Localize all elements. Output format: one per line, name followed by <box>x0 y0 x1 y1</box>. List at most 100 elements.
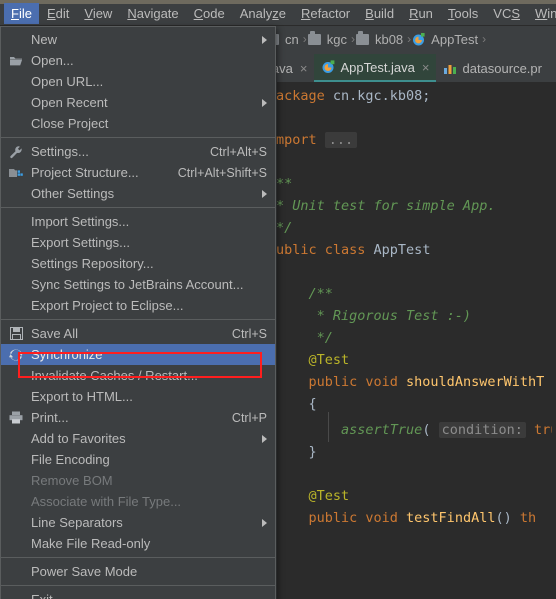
code-token: cn.kgc.kb08; <box>332 88 431 104</box>
editor-scrollbar[interactable] <box>552 82 556 599</box>
menu-item-label: Other Settings <box>31 186 115 201</box>
menu-item-print[interactable]: Print... Ctrl+P <box>1 407 275 428</box>
menu-item-make-file-read-only[interactable]: Make File Read-only <box>1 533 275 554</box>
menubar-item-edit[interactable]: Edit <box>40 3 76 24</box>
close-tab-icon[interactable]: × <box>422 60 430 75</box>
menubar-item-analyze[interactable]: Analyze <box>233 3 293 24</box>
breadcrumb-separator-icon: › <box>407 32 412 46</box>
menu-separator <box>1 557 275 558</box>
menu-item-exit[interactable]: Exit <box>1 589 275 599</box>
code-token: shouldAnswerWithT <box>406 374 545 390</box>
editor-area: cn › kgc › kb08 › AppTest › java × AppTest.java × d… <box>262 26 556 599</box>
printer-icon <box>1 411 31 424</box>
menu-item-new[interactable]: New <box>1 29 275 50</box>
menubar-item-window[interactable]: Window <box>528 3 556 24</box>
file-dropdown-menu[interactable]: New Open... Open URL... Open Recent Close Pr… <box>0 26 276 599</box>
menu-item-open-recent[interactable]: Open Recent <box>1 92 275 113</box>
breadcrumb-label: cn <box>285 31 299 47</box>
code-line: public void shouldAnswerWithT <box>276 374 545 390</box>
editor-tab-label: datasource.pr <box>462 60 542 76</box>
menu-item-project-structure[interactable]: Project Structure... Ctrl+Alt+Shift+S <box>1 162 275 183</box>
menubar-item-vcs[interactable]: VCS <box>486 3 527 24</box>
menubar-item-view[interactable]: View <box>77 3 119 24</box>
menu-item-label: File Encoding <box>31 452 110 467</box>
code-token: public void <box>276 510 407 526</box>
menubar-item-file[interactable]: File <box>4 3 39 24</box>
breadcrumb-separator-icon: › <box>350 32 355 46</box>
menu-item-settings-repository[interactable]: Settings Repository... <box>1 253 275 274</box>
menu-item-add-to-favorites[interactable]: Add to Favorites <box>1 428 275 449</box>
menu-item-settings[interactable]: Settings... Ctrl+Alt+S <box>1 141 275 162</box>
menu-item-open-url[interactable]: Open URL... <box>1 71 275 92</box>
code-lines: ackage cn.kgc.kb08; mport ... ** * Unit tes… <box>276 82 556 599</box>
menubar-item-build[interactable]: Build <box>358 3 401 24</box>
wrench-icon <box>1 145 31 159</box>
breadcrumb-item-kgc[interactable]: kgc › <box>307 30 356 47</box>
menubar-item-tools[interactable]: Tools <box>441 3 485 24</box>
menu-item-associate-with-file-type: Associate with File Type... <box>1 491 275 512</box>
menu-item-label: Add to Favorites <box>31 431 126 446</box>
breadcrumb-label: AppTest <box>431 31 479 47</box>
code-token: public void <box>276 374 407 390</box>
code-token: () <box>495 510 520 526</box>
code-token: ( <box>422 422 439 438</box>
menu-item-open[interactable]: Open... <box>1 50 275 71</box>
code-token: * Unit test for simple App. <box>276 198 496 214</box>
close-tab-icon[interactable]: × <box>300 61 308 76</box>
code-line: /** <box>276 286 333 302</box>
code-line: { <box>276 396 317 412</box>
menu-item-other-settings[interactable]: Other Settings <box>1 183 275 204</box>
breadcrumb-separator-icon: › <box>302 32 307 46</box>
code-token: */ <box>276 220 293 236</box>
project-structure-icon <box>1 167 31 179</box>
code-line: @Test <box>276 352 350 368</box>
menu-item-label: Close Project <box>31 116 109 131</box>
menu-item-line-separators[interactable]: Line Separators <box>1 512 275 533</box>
menu-item-shortcut: Ctrl+S <box>231 326 267 341</box>
menu-item-label: Sync Settings to JetBrains Account... <box>31 277 244 292</box>
editor-tab-datasource-pr[interactable]: datasource.pr <box>436 54 549 82</box>
menu-item-sync-settings-to-jetbrains-account[interactable]: Sync Settings to JetBrains Account... <box>1 274 275 295</box>
code-line: * Rigorous Test :-) <box>276 308 471 324</box>
menu-item-close-project[interactable]: Close Project <box>1 113 275 134</box>
menu-item-label: Line Separators <box>31 515 123 530</box>
menu-item-power-save-mode[interactable]: Power Save Mode <box>1 561 275 582</box>
menu-item-export-settings[interactable]: Export Settings... <box>1 232 275 253</box>
code-line: */ <box>276 330 333 346</box>
menu-item-import-settings[interactable]: Import Settings... <box>1 211 275 232</box>
code-token: /** <box>276 286 333 302</box>
code-editor[interactable]: ackage cn.kgc.kb08; mport ... ** * Unit tes… <box>262 82 556 599</box>
breadcrumb-item-kb08[interactable]: kb08 › <box>355 30 412 47</box>
breadcrumb-item-apptest[interactable]: AppTest › <box>412 32 487 47</box>
editor-tab-apptest-java[interactable]: AppTest.java × <box>314 54 437 82</box>
menubar-item-navigate[interactable]: Navigate <box>120 3 185 24</box>
menu-item-label: Print... <box>31 410 69 425</box>
code-token: */ <box>276 330 333 346</box>
editor-tab-label: AppTest.java <box>340 59 415 75</box>
menu-item-export-to-html[interactable]: Export to HTML... <box>1 386 275 407</box>
menu-item-invalidate-caches-restart[interactable]: Invalidate Caches / Restart... <box>1 365 275 386</box>
menu-item-label: Associate with File Type... <box>31 494 182 509</box>
submenu-arrow-icon <box>262 434 267 443</box>
menu-item-export-project-to-eclipse[interactable]: Export Project to Eclipse... <box>1 295 275 316</box>
parameter-hint: condition: <box>438 422 526 438</box>
editor-tab-bar: java × AppTest.java × datasource.pr <box>262 52 556 82</box>
menu-item-file-encoding[interactable]: File Encoding <box>1 449 275 470</box>
menu-item-label: Invalidate Caches / Restart... <box>31 368 198 383</box>
menu-item-save-all[interactable]: Save All Ctrl+S <box>1 323 275 344</box>
code-line: * Unit test for simple App. <box>276 198 495 214</box>
code-line: ublic class AppTest <box>276 242 430 258</box>
menu-separator <box>1 207 275 208</box>
code-line: assertTrue( condition: tru <box>276 422 556 438</box>
menu-item-label: Synchronize <box>31 347 103 362</box>
breadcrumb: cn › kgc › kb08 › AppTest › <box>262 26 556 52</box>
menu-separator <box>1 137 275 138</box>
menu-item-synchronize[interactable]: Synchronize <box>1 344 275 365</box>
menubar-item-refactor[interactable]: Refactor <box>294 3 357 24</box>
class-icon <box>412 32 428 46</box>
ide-window: 持有单元测试用例语句调用项目 FileEditViewNavigateCodeA… <box>0 0 556 599</box>
sync-icon <box>1 348 31 362</box>
menu-item-label: Save All <box>31 326 78 341</box>
menubar-item-run[interactable]: Run <box>402 3 440 24</box>
menubar-item-code[interactable]: Code <box>187 3 232 24</box>
